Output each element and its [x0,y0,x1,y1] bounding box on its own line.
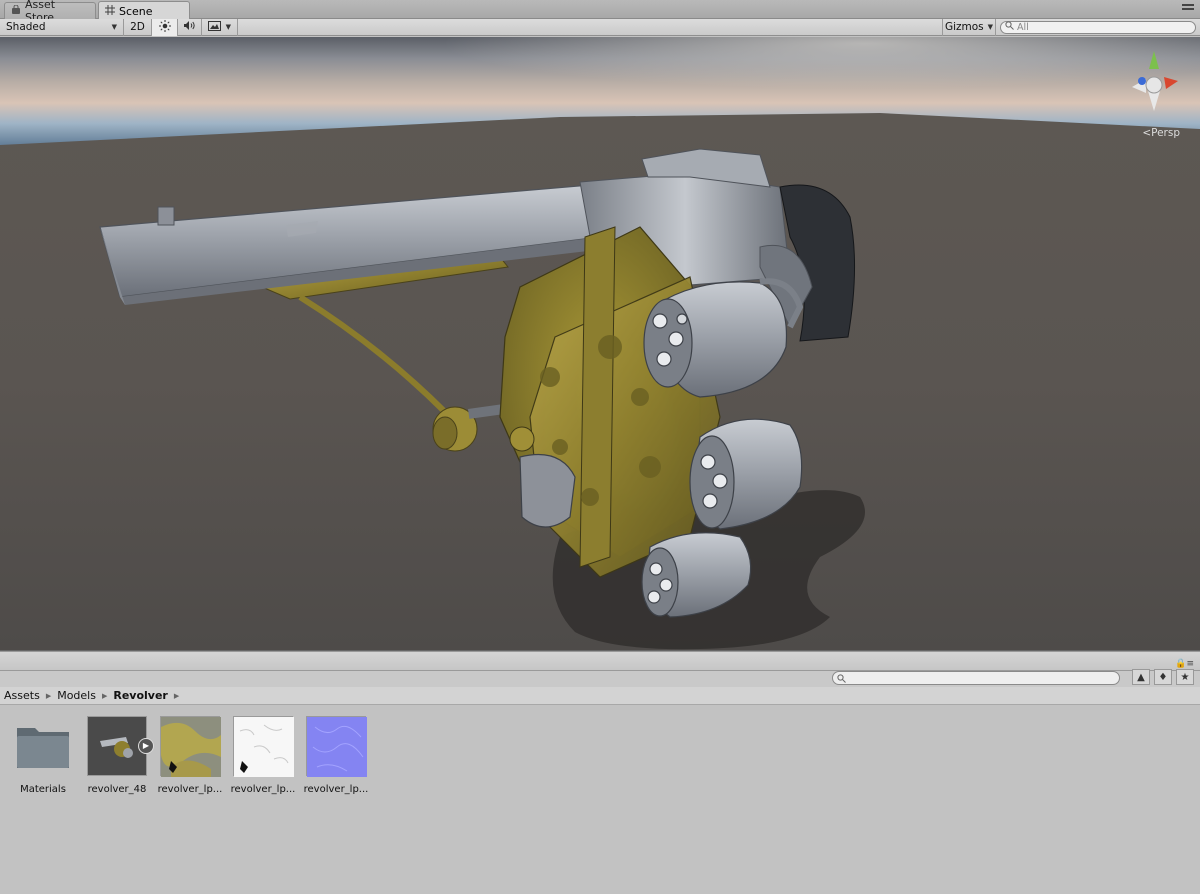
chevron-right-icon: ▶ [45,691,52,700]
panel-menu-icon[interactable] [1182,4,1194,14]
asset-item-texture-ao[interactable]: revolver_lp... [230,716,296,795]
model-thumbnail: ▶ [87,716,154,776]
search-icon [1005,21,1014,33]
texture-thumbnail [233,716,294,777]
2d-toggle-label: 2D [130,21,145,33]
chevron-down-icon: ▼ [111,23,117,31]
tab-scene[interactable]: Scene [98,1,190,20]
asset-label: revolver_lp... [303,784,369,795]
project-filter-buttons: ▲ ♦ ★ [1132,669,1194,685]
project-search-input[interactable] [832,671,1120,685]
asset-label: revolver_48 [87,784,147,795]
tab-scene-label: Scene [119,4,153,18]
texture-thumbnail [306,716,367,777]
asset-item-materials[interactable]: Materials [10,716,76,795]
asset-item-texture-diffuse[interactable]: revolver_lp... [157,716,223,795]
filter-type-icon: ▲ [1137,671,1145,683]
draw-mode-label: Shaded [6,21,46,33]
asset-label: revolver_lp... [230,784,296,795]
audio-icon [183,20,196,34]
shopping-bag-icon [11,4,21,18]
image-effects-icon [208,20,221,34]
breadcrumb-revolver[interactable]: Revolver [113,689,167,702]
scene-audio-button[interactable] [178,18,202,36]
filter-by-type-button[interactable]: ▲ [1132,669,1150,685]
breadcrumb: Assets ▶ Models ▶ Revolver ▶ [0,687,1200,705]
tab-asset-store[interactable]: Asset Store [4,0,96,24]
favorites-button[interactable]: ★ [1176,669,1194,685]
lock-icon[interactable]: 🔒≡ [1175,659,1194,669]
window-tab-strip: Asset Store Scene [0,0,1200,24]
play-expand-icon[interactable]: ▶ [138,738,154,754]
grid-icon [105,4,115,18]
gizmos-dropdown[interactable]: Gizmos ▼ [942,18,996,36]
asset-item-texture-normal[interactable]: revolver_lp... [303,716,369,795]
projection-label[interactable]: <Persp [1142,127,1180,139]
texture-thumbnail [160,716,221,777]
scene-effects-dropdown[interactable]: ▼ [202,18,238,36]
chevron-right-icon: ▶ [101,691,108,700]
asset-label: revolver_lp... [157,784,223,795]
scene-lighting-button[interactable] [152,18,178,36]
search-icon [837,673,846,686]
folder-icon [13,716,73,776]
orientation-gizmo[interactable] [1122,45,1186,135]
star-icon: ★ [1180,671,1190,683]
scene-search-input[interactable]: All [1000,20,1196,34]
projection-label-text: Persp [1151,127,1180,139]
scene-search-placeholder: All [1017,21,1029,33]
gizmos-label: Gizmos [944,21,984,33]
scene-render [0,37,1200,650]
scene-toolbar: Shaded ▼ 2D ▼ Gizmos ▼ All [0,18,1200,36]
breadcrumb-assets[interactable]: Assets [4,689,40,702]
chevron-down-icon: ▼ [987,23,994,31]
chevron-right-icon: ▶ [173,691,180,700]
filter-by-label-button[interactable]: ♦ [1154,669,1172,685]
asset-label: Materials [20,784,66,795]
draw-mode-dropdown[interactable]: Shaded ▼ [0,18,124,36]
chevron-left-icon: < [1142,127,1152,139]
project-toolbar-strip [0,651,1200,671]
scene-viewport[interactable]: <Persp [0,37,1200,651]
project-toolbar: 🔒≡ ▲ ♦ ★ [0,651,1200,689]
breadcrumb-models[interactable]: Models [57,689,96,702]
asset-grid: Materials ▶ revolver_48 revolver_lp... r… [0,706,1200,894]
sun-icon [158,19,171,35]
asset-item-model[interactable]: ▶ revolver_48 [84,716,154,795]
2d-toggle-button[interactable]: 2D [124,18,152,36]
tag-icon: ♦ [1158,671,1168,683]
chevron-down-icon: ▼ [225,23,231,31]
